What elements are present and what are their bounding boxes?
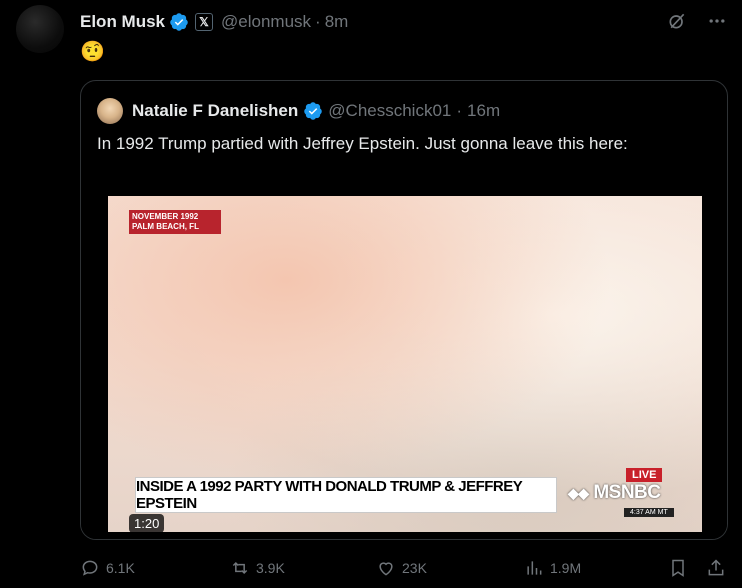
more-icon[interactable] <box>706 10 728 32</box>
quoted-post[interactable]: Natalie F Danelishen @Chesschick01 · 16m… <box>80 80 728 540</box>
separator: · <box>456 101 463 120</box>
post-top-actions <box>666 10 728 32</box>
heart-icon <box>379 562 393 576</box>
share-icon <box>708 559 724 576</box>
chyron-line-1: NOVEMBER 1992 <box>132 212 199 221</box>
repost-count: 3.9K <box>256 560 285 576</box>
quote-author-avatar <box>97 98 123 124</box>
share-button[interactable] <box>706 558 726 578</box>
like-button[interactable]: 23K <box>376 558 427 578</box>
broadcast-clock: 4:37 AM MT <box>624 508 674 517</box>
reply-button[interactable]: 6.1K <box>80 558 135 578</box>
reply-icon <box>82 560 98 576</box>
views-button[interactable]: 1.9M <box>524 558 581 578</box>
network-logo: ◆◆ MSNBC <box>568 482 661 504</box>
post-text: 🤨 <box>80 41 105 63</box>
repost-button[interactable]: 3.9K <box>230 558 285 578</box>
views-icon <box>527 561 542 575</box>
separator: · <box>315 12 321 31</box>
video-player[interactable]: NOVEMBER 1992 PALM BEACH, FL INSIDE A 19… <box>81 182 727 539</box>
post-time[interactable]: 8m <box>325 12 349 32</box>
repost-icon <box>232 561 248 575</box>
reply-count: 6.1K <box>106 560 135 576</box>
views-count: 1.9M <box>550 560 582 576</box>
verified-badge-icon[interactable] <box>169 12 189 32</box>
author-handle[interactable]: @elonmusk <box>221 12 311 32</box>
video-frame: NOVEMBER 1992 PALM BEACH, FL INSIDE A 19… <box>108 196 702 533</box>
grok-icon[interactable] <box>666 10 688 32</box>
live-badge: LIVE <box>626 468 663 482</box>
bookmark-button[interactable] <box>668 558 688 578</box>
verified-badge-icon <box>303 101 323 121</box>
quote-author-name: Natalie F Danelishen <box>132 101 299 120</box>
quote-time: 16m <box>467 101 501 120</box>
like-count: 23K <box>402 560 427 576</box>
chyron-line-2: PALM BEACH, FL <box>132 222 199 231</box>
author-name[interactable]: Elon Musk <box>80 12 165 32</box>
video-duration: 1:20 <box>129 514 165 533</box>
quote-author-handle: @Chesschick01 <box>328 101 452 120</box>
location-chyron: NOVEMBER 1992 PALM BEACH, FL <box>129 210 221 234</box>
post-header: Elon Musk 𝕏 @elonmusk · 8m <box>80 11 348 33</box>
author-avatar[interactable] <box>16 5 64 53</box>
headline-chyron: INSIDE A 1992 PARTY WITH DONALD TRUMP & … <box>136 478 556 512</box>
action-bar: 6.1K 3.9K 23K 1.9M <box>80 558 728 580</box>
network-name: MSNBC <box>593 482 661 503</box>
quote-text: In 1992 Trump partied with Jeffrey Epste… <box>97 134 628 153</box>
bookmark-icon <box>672 559 684 577</box>
quote-header: Natalie F Danelishen @Chesschick01 · 16m <box>97 98 500 124</box>
peacock-icon: ◆◆ <box>568 485 589 501</box>
x-affiliation-icon[interactable]: 𝕏 <box>195 13 214 31</box>
